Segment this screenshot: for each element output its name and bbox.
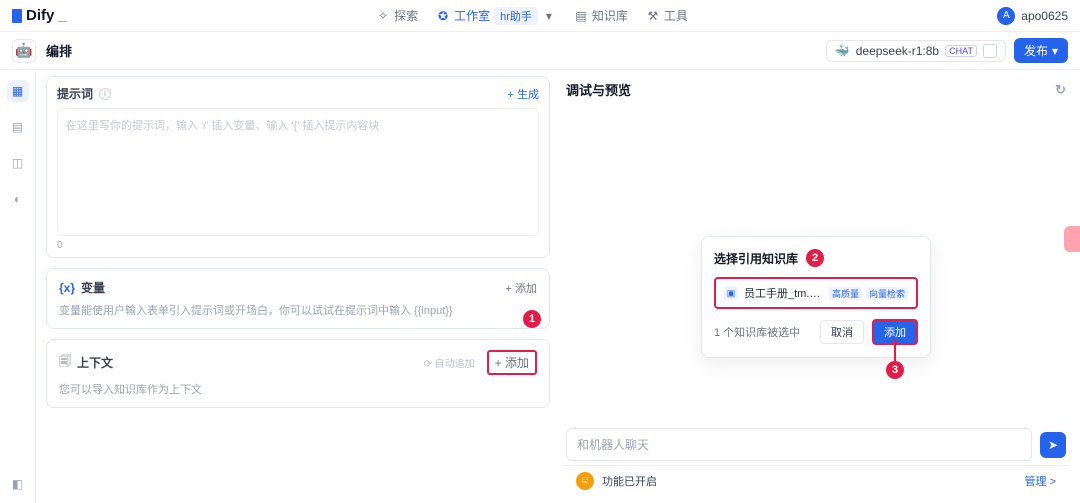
char-count: 0 (57, 240, 539, 251)
footer-status: 功能已开启 (602, 473, 657, 489)
rail-collapse[interactable]: ◧ (7, 473, 29, 495)
annotation-arrow (894, 343, 896, 361)
user-menu[interactable]: A apo0625 (997, 7, 1068, 25)
context-desc: 您可以导入知识库作为上下文 (59, 381, 537, 397)
context-icon: 🗐 (59, 352, 71, 373)
tool-icon: ⚒ (646, 9, 660, 23)
annotation-1: 1 (523, 310, 541, 328)
annotation-2: 2 (806, 249, 824, 267)
selected-count: 1 个知识库被选中 (714, 324, 812, 340)
rail-more[interactable]: ◐ (7, 188, 29, 210)
add-context-button[interactable]: + 添加 (487, 350, 537, 375)
rail-logs[interactable]: ▤ (7, 116, 29, 138)
context-card: 1 🗐 上下文 ⟳ 自动追加 + 添加 您可以导入知识库作为上下文 (46, 339, 550, 408)
app-name-pill[interactable]: hr助手 (494, 7, 538, 25)
folder-icon: ▣ (724, 286, 738, 300)
logo-mark-icon (12, 9, 22, 23)
status-icon: ☺ (576, 472, 594, 490)
nav-explore[interactable]: ✧ 探索 (376, 7, 418, 24)
compass-icon: ✧ (376, 9, 390, 23)
select-knowledge-dialog: 选择引用知识库 2 ▣ 员工手册_tm.pdf... 高质量 向量检索 1 个知… (701, 236, 931, 358)
sliders-icon[interactable] (983, 44, 997, 58)
info-icon[interactable]: i (99, 88, 111, 100)
variables-title: 变量 (81, 279, 105, 296)
nav-workspace[interactable]: ✪ 工作室 hr助手 ▾ (436, 7, 556, 25)
page-title: 编排 (46, 41, 72, 60)
brand-underscore: _ (58, 7, 66, 24)
kb-tag-quality: 高质量 (829, 287, 862, 300)
model-name: deepseek-r1:8b (856, 44, 939, 58)
nav-knowledge[interactable]: ▤ 知识库 (574, 7, 628, 24)
model-provider-icon: 🐳 (835, 44, 850, 58)
chat-input[interactable]: 和机器人聊天 (566, 428, 1032, 461)
publish-button[interactable]: 发布 ▾ (1014, 38, 1068, 63)
side-rail: ▦ ▤ ◫ ◐ ◧ (0, 70, 36, 503)
chat-mode-tag: CHAT (945, 45, 977, 57)
chat-placeholder: 和机器人聊天 (577, 438, 649, 452)
knowledge-name: 员工手册_tm.pdf... (744, 285, 823, 301)
add-variable-button[interactable]: + 添加 (506, 280, 537, 296)
model-selector[interactable]: 🐳 deepseek-r1:8b CHAT (826, 40, 1006, 62)
annotation-3: 3 (886, 361, 904, 379)
confirm-add-button[interactable]: 添加 3 (872, 319, 918, 345)
chevron-down-icon: ▾ (1052, 44, 1058, 58)
debug-title: 调试与预览 (566, 80, 631, 99)
book-icon: ▤ (574, 9, 588, 23)
brand-logo[interactable]: Dify_ (12, 7, 67, 24)
username: apo0625 (1021, 9, 1068, 23)
variables-card: {x} 变量 + 添加 变量能使用户输入表单引入提示词或开场白，你可以试试在提示… (46, 268, 550, 329)
chevron-down-icon[interactable]: ▾ (542, 9, 556, 23)
brand-name: Dify (26, 7, 54, 24)
prompt-title: 提示词 (57, 85, 93, 102)
robot-icon: ✪ (436, 9, 450, 23)
prompt-placeholder: 在这里写你的提示词，输入 '/' 插入变量、输入 '{' 插入提示内容块 (66, 120, 379, 132)
kb-tag-vector: 向量检索 (866, 287, 908, 300)
knowledge-item[interactable]: ▣ 员工手册_tm.pdf... 高质量 向量检索 (714, 277, 918, 309)
context-title: 上下文 (77, 354, 113, 371)
variable-icon: {x} (59, 281, 75, 295)
rail-orchestrate[interactable]: ▦ (7, 80, 29, 102)
footer-manage-link[interactable]: 管理 > (1025, 473, 1056, 489)
dialog-title: 选择引用知识库 (714, 250, 798, 267)
cancel-button[interactable]: 取消 (820, 320, 864, 344)
auto-append-toggle[interactable]: ⟳ 自动追加 (423, 355, 474, 370)
prompt-card: 提示词 i + 生成 在这里写你的提示词，输入 '/' 插入变量、输入 '{' … (46, 76, 550, 258)
app-avatar-icon: 🤖 (12, 39, 36, 63)
generate-prompt-button[interactable]: + 生成 (508, 86, 539, 102)
send-button[interactable]: ➤ (1040, 432, 1066, 458)
nav-tools[interactable]: ⚒ 工具 (646, 7, 688, 24)
reload-button[interactable]: ↻ (1055, 82, 1066, 98)
rail-analytics[interactable]: ◫ (7, 152, 29, 174)
prompt-textarea[interactable]: 在这里写你的提示词，输入 '/' 插入变量、输入 '{' 插入提示内容块 (57, 108, 539, 236)
variables-desc: 变量能使用户输入表单引入提示词或开场白，你可以试试在提示词中输入 {{input… (59, 302, 537, 318)
side-handle[interactable] (1064, 226, 1080, 252)
avatar: A (997, 7, 1015, 25)
